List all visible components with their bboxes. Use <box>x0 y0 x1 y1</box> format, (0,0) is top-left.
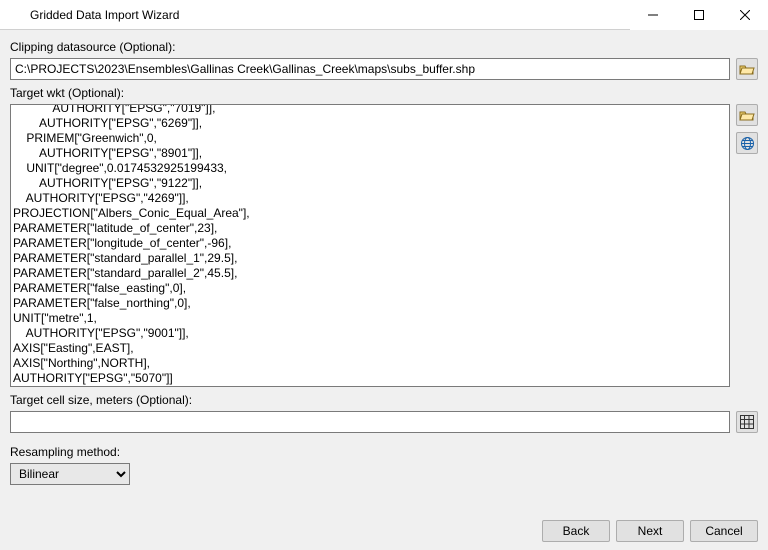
maximize-button[interactable] <box>676 0 722 30</box>
target-wkt-label: Target wkt (Optional): <box>10 86 758 100</box>
clipping-label: Clipping datasource (Optional): <box>10 40 758 54</box>
globe-icon <box>740 136 755 151</box>
browse-clipping-button[interactable] <box>736 58 758 80</box>
crs-picker-button[interactable] <box>736 132 758 154</box>
folder-open-icon <box>739 62 755 76</box>
folder-open-icon <box>739 108 755 122</box>
back-button[interactable]: Back <box>542 520 610 542</box>
clipping-input[interactable] <box>10 58 730 80</box>
cell-size-label: Target cell size, meters (Optional): <box>10 393 758 407</box>
next-button[interactable]: Next <box>616 520 684 542</box>
cell-size-input[interactable] <box>10 411 730 433</box>
cell-size-grid-button[interactable] <box>736 411 758 433</box>
cancel-button[interactable]: Cancel <box>690 520 758 542</box>
close-button[interactable] <box>722 0 768 30</box>
app-icon <box>8 7 24 23</box>
grid-icon <box>740 415 754 429</box>
target-wkt-textarea[interactable]: AUTHORITY["EPSG","7019"]], AUTHORITY["EP… <box>10 104 730 387</box>
minimize-button[interactable] <box>630 0 676 30</box>
resampling-select[interactable]: Bilinear <box>10 463 130 485</box>
title-bar: Gridded Data Import Wizard <box>0 0 768 30</box>
resampling-label: Resampling method: <box>10 445 758 459</box>
browse-wkt-button[interactable] <box>736 104 758 126</box>
window-title: Gridded Data Import Wizard <box>30 8 630 22</box>
